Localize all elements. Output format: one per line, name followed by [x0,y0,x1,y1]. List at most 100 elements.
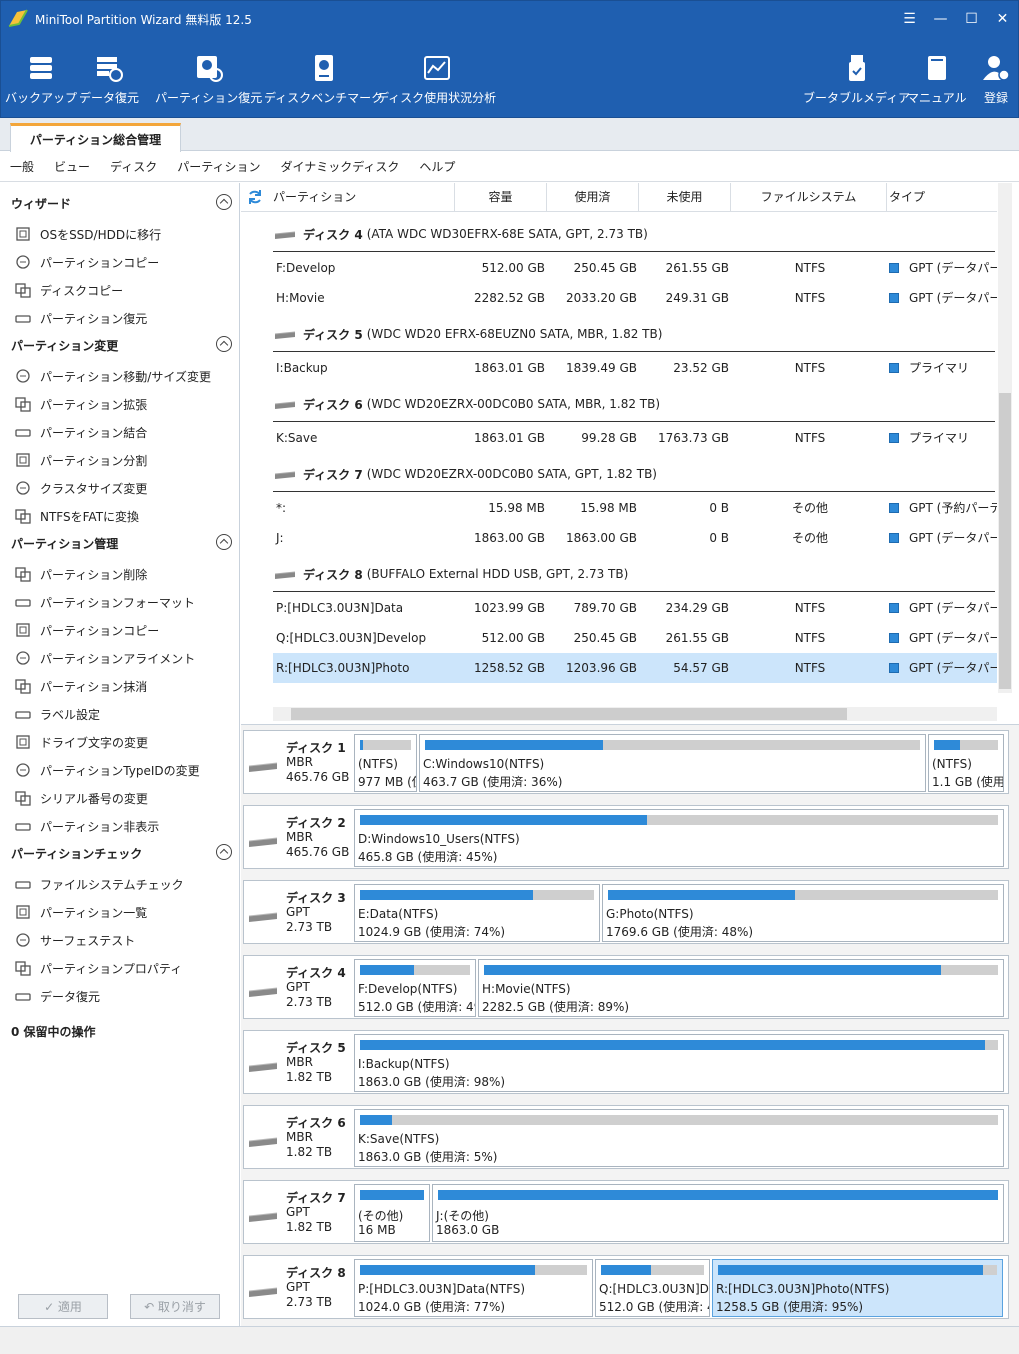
menu-help[interactable]: ヘルプ [419,158,455,175]
sidebar-item[interactable]: データ復元 [14,986,100,1006]
sidebar-item[interactable]: パーティションプロパティ [14,958,182,978]
sidebar-item[interactable]: パーティションコピー [14,620,159,640]
manual-button[interactable]: マニュアル [907,49,967,106]
header-filesystem[interactable]: ファイルシステム [731,183,887,212]
tab-partition-management[interactable]: パーティション総合管理 [10,123,181,152]
sidebar-item[interactable]: パーティション抹消 [14,676,147,696]
sidebar-item[interactable]: パーティション分割 [14,450,147,470]
disk-card[interactable]: ディスク 4 GPT 2.73 TB F:Develop(NTFS) 512.0 GB … [243,955,1009,1019]
sidebar-item[interactable]: パーティション移動/サイズ変更 [14,366,211,386]
minimize-icon[interactable]: — [925,4,956,34]
sidebar-item[interactable]: OSをSSD/HDDに移行 [14,224,161,244]
apply-button[interactable]: ✓ 適用 [18,1294,108,1319]
header-used[interactable]: 使用済 [547,183,639,212]
table-row[interactable]: J: 1863.00 GB 1863.00 GB 0 B その他 GPT (データパーティ… [273,523,997,553]
disk-header-row[interactable]: ディスク 4 (ATA WDC WD30EFRX-68E SATA, GPT, 2… [273,217,995,252]
sidebar-item[interactable]: パーティションフォーマット [14,592,195,612]
collapse-icon[interactable] [216,194,232,210]
table-row[interactable]: P:[HDLC3.0U3N]Data 1023.99 GB 789.70 GB 234… [273,593,997,623]
sidebar-item[interactable]: シリアル番号の変更 [14,788,148,808]
disk-card[interactable]: ディスク 1MBR465.76 GB (NTFS) 977 MB (使用済: 5%)… [243,730,1009,794]
disk-card[interactable]: ディスク 7 GPT 1.82 TB (その他) 16 MB J:(その他) 1863.0 … [243,1180,1009,1244]
usage-bar [360,1115,998,1125]
disk-card[interactable]: ディスク 6 MBR 1.82 TB K:Save(NTFS) 1863.0 GB (使… [243,1105,1009,1169]
menu-dynamic-disk[interactable]: ダイナミックディスク [280,158,399,175]
table-row[interactable]: F:Develop 512.00 GB 250.45 GB 261.55 GB NTFS… [273,253,997,283]
header-type[interactable]: タイプ [887,183,997,212]
collapse-icon[interactable] [216,844,232,860]
bootable-media-button[interactable]: ブータブルメディア [803,49,910,106]
partition-block[interactable]: Q:[HDLC3.0U3N]Develop(NTFS) 512.0 GB (使用済… [595,1259,710,1317]
partition-block[interactable]: G:Photo(NTFS) 1769.6 GB (使用済: 48%) [602,884,1004,942]
horizontal-scrollbar[interactable] [273,707,997,721]
partition-block[interactable]: E:Data(NTFS) 1024.9 GB (使用済: 74%) [354,884,600,942]
data-recovery-button[interactable]: データ復元 [79,49,139,106]
partition-block[interactable]: I:Backup(NTFS) 1863.0 GB (使用済: 98%) [354,1034,1004,1092]
sidebar-item[interactable]: ファイルシステムチェック [14,874,184,894]
disk-header-row[interactable]: ディスク 8 (BUFFALO External HDD USB, GPT, 2.… [273,557,995,592]
sidebar-item[interactable]: NTFSをFATに変換 [14,506,139,526]
table-row[interactable]: *: 15.98 MB 15.98 MB 0 B その他 GPT (予約パーティション) [273,493,997,523]
sidebar-item[interactable]: パーティション削除 [14,564,147,584]
disk-card[interactable]: ディスク 5 MBR 1.82 TB I:Backup(NTFS) 1863.0 GB … [243,1030,1009,1094]
menu-disk[interactable]: ディスク [110,158,157,175]
sidebar-item[interactable]: パーティション復元 [14,308,147,328]
sidebar-item-label: パーティションコピー [40,623,160,638]
disk-header-row[interactable]: ディスク 6 (WDC WD20EZRX-00DC0B0 SATA, MBR, 1… [273,387,995,422]
partition-block[interactable]: (その他) 16 MB [354,1184,430,1242]
collapse-icon[interactable] [216,336,232,352]
sidebar-item[interactable]: ラベル設定 [14,704,100,724]
partition-block[interactable]: H:Movie(NTFS) 2282.5 GB (使用済: 89%) [478,959,1004,1017]
header-capacity[interactable]: 容量 [455,183,547,212]
partition-block[interactable]: D:Windows10_Users(NTFS) 465.8 GB (使用済: 45… [354,809,1004,867]
disk-header-row[interactable]: ディスク 5 (WDC WD20 EFRX-68EUZN0 SATA, MBR, … [273,317,995,352]
sidebar-item[interactable]: パーティション非表示 [14,816,159,836]
horizontal-scroll-thumb[interactable] [291,708,847,720]
undo-button[interactable]: ↶ 取り消す [130,1294,220,1319]
close-icon[interactable]: ✕ [987,4,1018,34]
space-analyzer-button[interactable]: ディスク使用状況分析 [377,49,496,106]
backup-button[interactable]: バックアップ [5,49,77,106]
disk-card[interactable]: ディスク 3 GPT 2.73 TB E:Data(NTFS) 1024.9 GB (使… [243,880,1009,944]
sidebar-item[interactable]: サーフェステスト [14,930,135,950]
partition-block[interactable]: P:[HDLC3.0U3N]Data(NTFS) 1024.0 GB (使用済: … [354,1259,593,1317]
collapse-icon[interactable] [216,534,232,550]
maximize-icon[interactable]: ☐ [956,4,987,34]
sidebar-item[interactable]: ディスクコピー [14,280,123,300]
sidebar-item[interactable]: パーティション一覧 [14,902,147,922]
partition-block[interactable]: K:Save(NTFS) 1863.0 GB (使用済: 5%) [354,1109,1004,1167]
refresh-icon[interactable] [247,189,263,205]
disk-card[interactable]: ディスク 8 GPT 2.73 TB P:[HDLC3.0U3N]Data(NTFS)… [243,1255,1009,1319]
register-button[interactable]: 登録 [981,49,1011,106]
header-partition[interactable]: パーティション [271,183,455,212]
sidebar-item[interactable]: クラスタサイズ変更 [14,478,147,498]
sidebar-item[interactable]: パーティションコピー [14,252,159,272]
menu-view[interactable]: ビュー [54,158,90,175]
disk-header-row[interactable]: ディスク 7 (WDC WD20EZRX-00DC0B0 SATA, GPT, 1… [273,457,995,492]
sidebar-item[interactable]: パーティションアライメント [14,648,195,668]
partition-block[interactable]: F:Develop(NTFS) 512.0 GB (使用済: 49%) [354,959,476,1017]
vertical-scroll-thumb[interactable] [999,393,1011,689]
disk-card[interactable]: ディスク 2 MBR 465.76 GB D:Windows10_Users(NTFS… [243,805,1009,869]
partition-block[interactable]: R:[HDLC3.0U3N]Photo(NTFS) 1258.5 GB (使用済:… [712,1259,1003,1317]
table-row[interactable]: H:Movie 2282.52 GB 2033.20 GB 249.31 GB NTFS… [273,283,997,313]
menu-icon[interactable]: ☰ [894,4,925,34]
partition-block[interactable]: (NTFS) 977 MB (使用済: 5%) [354,734,417,792]
partition-block[interactable]: (NTFS) 1.1 GB (使用済: 40%) [928,734,1004,792]
sidebar-item[interactable]: ドライブ文字の変更 [14,732,148,752]
vertical-scrollbar[interactable] [998,183,1012,693]
sidebar-item[interactable]: パーティションTypeIDの変更 [14,760,200,780]
sidebar-item[interactable]: パーティション結合 [14,422,147,442]
partition-block[interactable]: C:Windows10(NTFS) 463.7 GB (使用済: 36%) [419,734,926,792]
menu-general[interactable]: 一般 [10,158,34,175]
table-row[interactable]: R:[HDLC3.0U3N]Photo 1258.52 GB 1203.96 GB 5… [273,653,997,683]
partition-recovery-button[interactable]: パーティション復元 [155,49,262,106]
sidebar-item[interactable]: パーティション拡張 [14,394,147,414]
disk-benchmark-button[interactable]: ディスクベンチマーク [264,49,383,106]
table-row[interactable]: Q:[HDLC3.0U3N]Develop 512.00 GB 250.45 GB 2… [273,623,997,653]
header-unused[interactable]: 未使用 [639,183,731,212]
partition-block[interactable]: J:(その他) 1863.0 GB [432,1184,1004,1242]
table-row[interactable]: I:Backup 1863.01 GB 1839.49 GB 23.52 GB NTFS… [273,353,997,383]
table-row[interactable]: K:Save 1863.01 GB 99.28 GB 1763.73 GB NTFS プラ… [273,423,997,453]
menu-partition[interactable]: パーティション [177,158,260,175]
